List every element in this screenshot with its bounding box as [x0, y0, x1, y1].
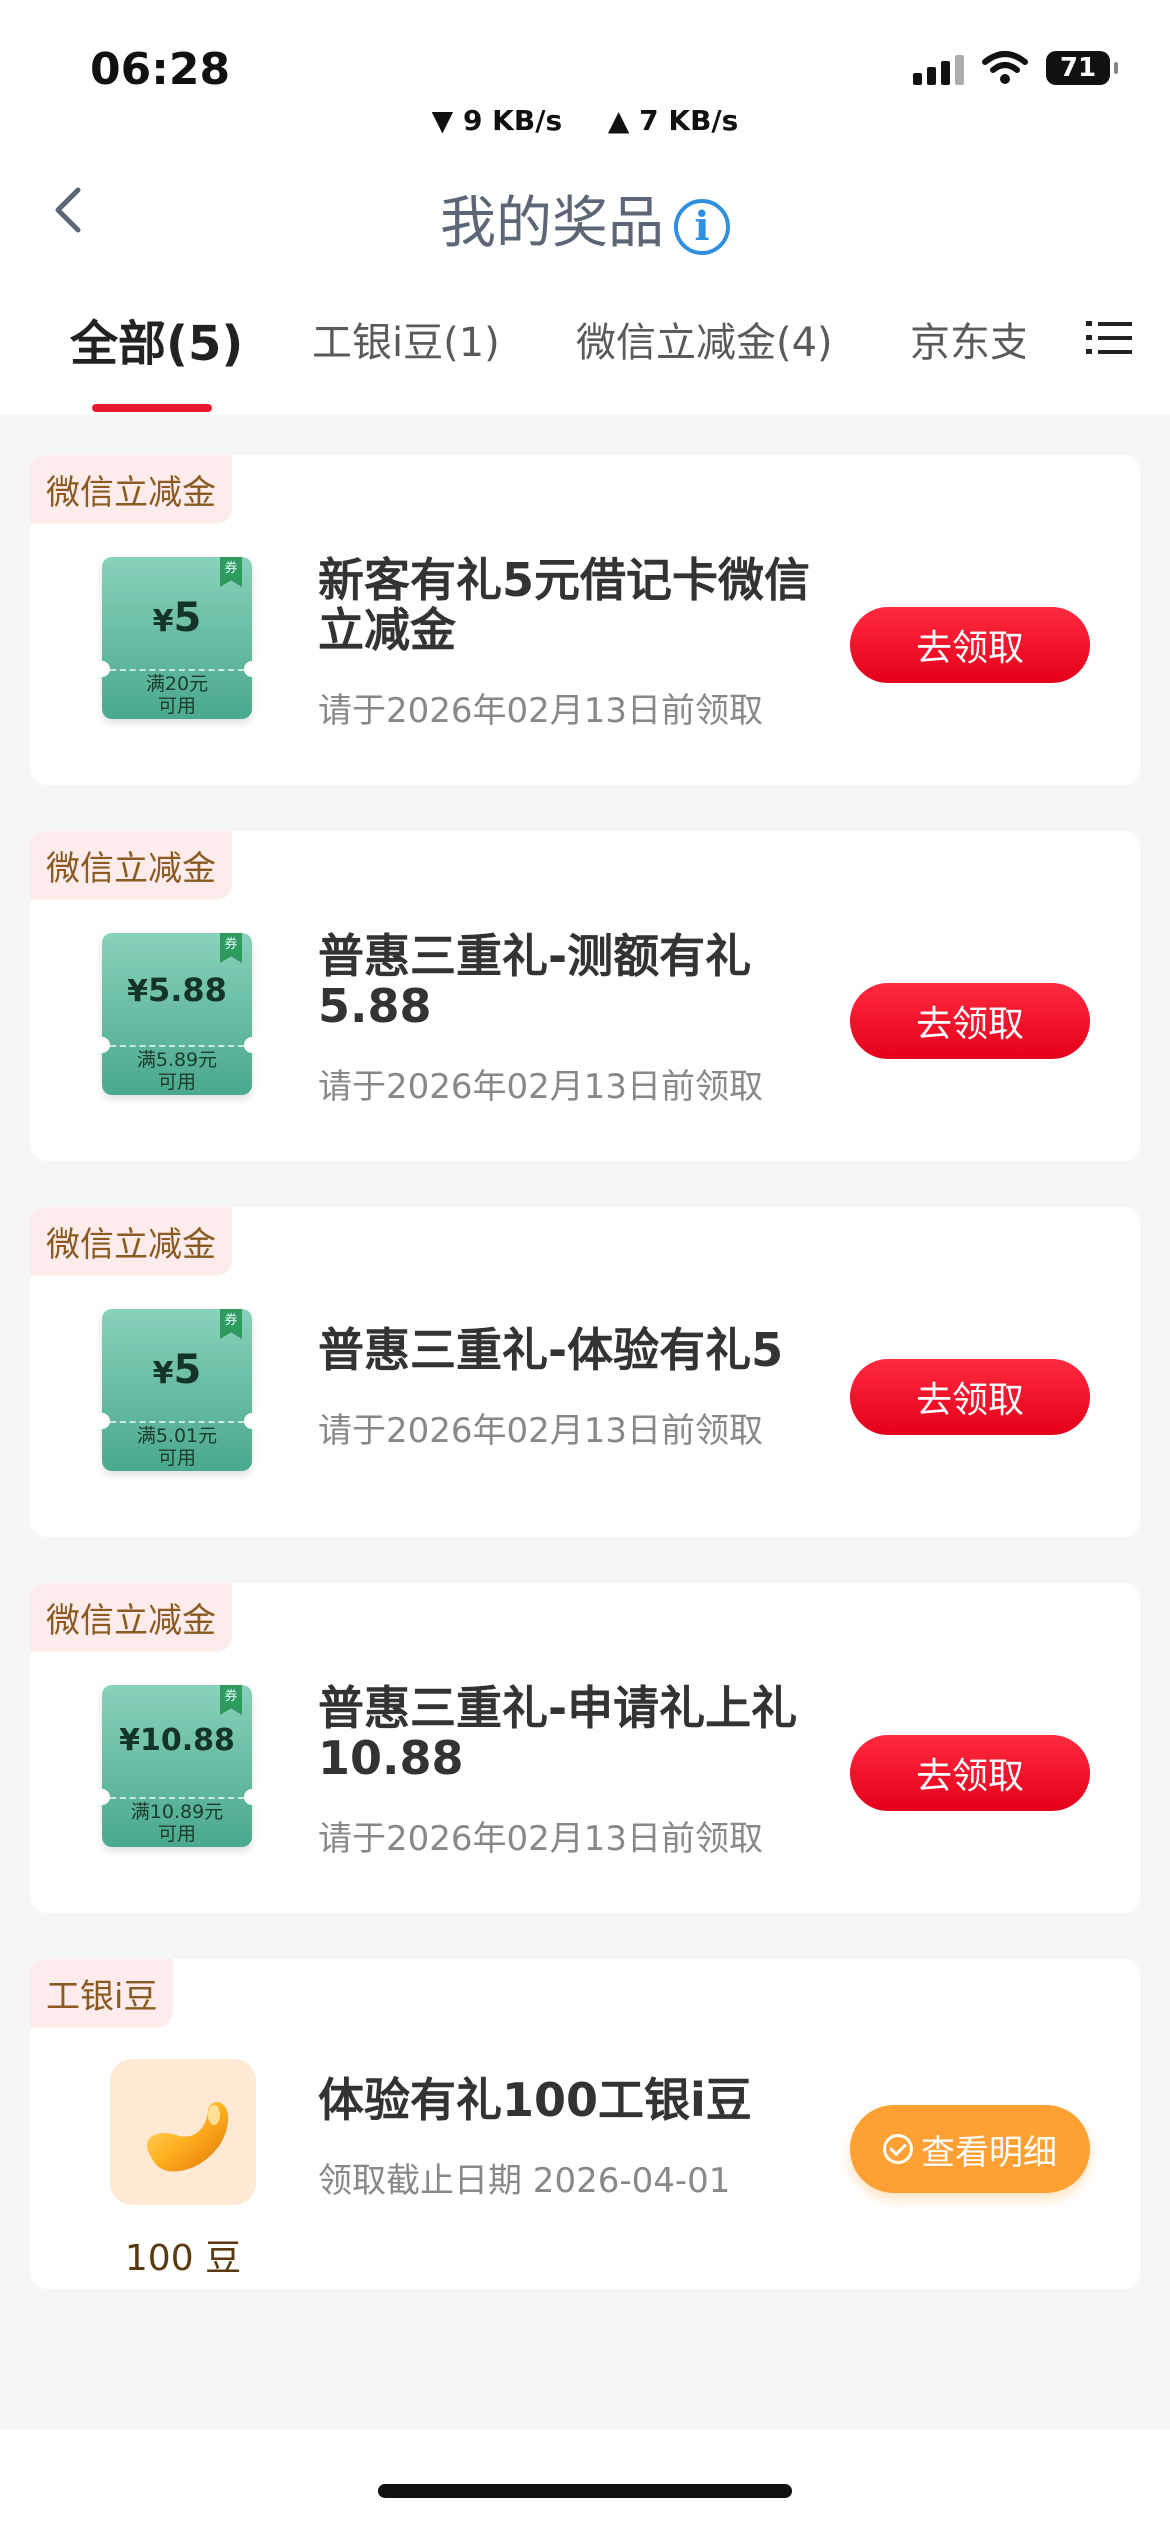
claim-button[interactable]: 去领取	[850, 607, 1090, 683]
coupon-ticket: 券 ¥10.88 满10.89元 可用	[94, 1685, 260, 1847]
coupon-ticket: 券 ¥5 满20元 可用	[94, 557, 260, 719]
coupon-amount: ¥5	[152, 595, 202, 641]
coupon-badge: 券	[220, 1309, 242, 1339]
prize-type-tag: 微信立减金	[30, 1207, 232, 1276]
prize-title: 体验有礼100工银i豆	[318, 2073, 752, 2127]
status-icons: 71	[913, 50, 1118, 86]
network-speed: ▼ 9 KB/s ▲ 7 KB/s	[0, 104, 1170, 137]
prize-card: 微信立减金 券 ¥10.88 满10.89元 可用 普惠三重礼-申请礼上礼10.8…	[30, 1583, 1140, 1913]
prize-title: 普惠三重礼-测额有礼5.88	[318, 929, 752, 1033]
prize-type-tag: 微信立减金	[30, 831, 232, 900]
bottom-safe-area	[0, 2430, 1170, 2532]
coupon-condition: 满20元 可用	[145, 673, 209, 717]
prize-card: 微信立减金 券 ¥5 满20元 可用 新客有礼5元借记卡微信立减金 请于2026年…	[30, 455, 1140, 785]
coupon-condition: 满5.01元 可用	[136, 1425, 218, 1469]
prize-deadline: 领取截止日期 2026-04-01	[318, 2161, 731, 2201]
prize-card: 微信立减金 券 ¥5 满5.01元 可用 普惠三重礼-体验有礼5 请于2026年0…	[30, 1207, 1140, 1537]
tab-all[interactable]: 全部(5)	[70, 304, 243, 374]
home-indicator[interactable]	[378, 2484, 792, 2498]
menu-list-icon[interactable]	[1086, 318, 1132, 358]
prize-deadline: 请于2026年02月13日前领取	[318, 1067, 764, 1107]
page-title-text: 我的奖品	[440, 191, 664, 256]
prize-deadline: 请于2026年02月13日前领取	[318, 691, 764, 731]
coupon-ticket: 券 ¥5 满5.01元 可用	[94, 1309, 260, 1471]
coupon-badge: 券	[220, 933, 242, 963]
check-circle-icon	[883, 2134, 913, 2164]
tab-icbc-beans[interactable]: 工银i豆(1)	[312, 310, 500, 368]
bean-count: 100 豆	[124, 2238, 242, 2279]
wifi-icon	[982, 51, 1028, 84]
bean-icon	[147, 2102, 229, 2172]
prize-title: 普惠三重礼-体验有礼5	[318, 1323, 784, 1377]
bean-prize-card: 工银i豆 100 豆 体验有礼100工银i豆 领取截止日期 2026-04-01…	[30, 1959, 1140, 2289]
coupon-amount: ¥5	[152, 1347, 202, 1393]
prize-list: 微信立减金 券 ¥5 满20元 可用 新客有礼5元借记卡微信立减金 请于2026年…	[30, 455, 1140, 2335]
prize-type-tag: 工银i豆	[30, 1959, 174, 2028]
view-details-button[interactable]: 查看明细	[850, 2105, 1090, 2193]
info-icon[interactable]: i	[674, 198, 730, 255]
coupon-ticket: 券 ¥5.88 满5.89元 可用	[94, 933, 260, 1095]
prize-tabs: 全部(5) 工银i豆(1) 微信立减金(4) 京东支	[0, 300, 1170, 412]
coupon-condition: 满5.89元 可用	[136, 1049, 218, 1093]
prize-deadline: 请于2026年02月13日前领取	[318, 1819, 764, 1859]
download-speed: ▼ 9 KB/s	[431, 104, 563, 137]
coupon-amount: ¥10.88	[119, 1723, 235, 1758]
upload-speed: ▲ 7 KB/s	[607, 104, 739, 137]
prize-card: 微信立减金 券 ¥5.88 满5.89元 可用 普惠三重礼-测额有礼5.88 请于…	[30, 831, 1140, 1161]
battery-icon: 71	[1046, 51, 1118, 85]
tab-jd-pay[interactable]: 京东支	[910, 310, 1025, 368]
page-title: 我的奖品 i	[0, 178, 1170, 259]
nav-bar: 我的奖品 i	[0, 160, 1170, 260]
coupon-amount: ¥5.88	[127, 971, 227, 1009]
coupon-badge: 券	[220, 1685, 242, 1715]
bean-image	[110, 2059, 256, 2205]
coupon-condition: 满10.89元 可用	[130, 1801, 224, 1845]
tab-wechat-discount[interactable]: 微信立减金(4)	[576, 310, 833, 368]
claim-button[interactable]: 去领取	[850, 983, 1090, 1059]
status-time: 06:28	[90, 44, 231, 95]
coupon-badge: 券	[220, 557, 242, 587]
signal-icon	[913, 51, 964, 85]
prize-title: 普惠三重礼-申请礼上礼10.88	[318, 1681, 798, 1785]
prize-type-tag: 微信立减金	[30, 1583, 232, 1652]
view-details-label: 查看明细	[921, 2132, 1057, 2173]
prize-type-tag: 微信立减金	[30, 455, 232, 524]
prize-title: 新客有礼5元借记卡微信立减金	[318, 553, 811, 657]
claim-button[interactable]: 去领取	[850, 1735, 1090, 1811]
active-tab-indicator	[92, 404, 212, 412]
prize-deadline: 请于2026年02月13日前领取	[318, 1411, 764, 1451]
claim-button[interactable]: 去领取	[850, 1359, 1090, 1435]
